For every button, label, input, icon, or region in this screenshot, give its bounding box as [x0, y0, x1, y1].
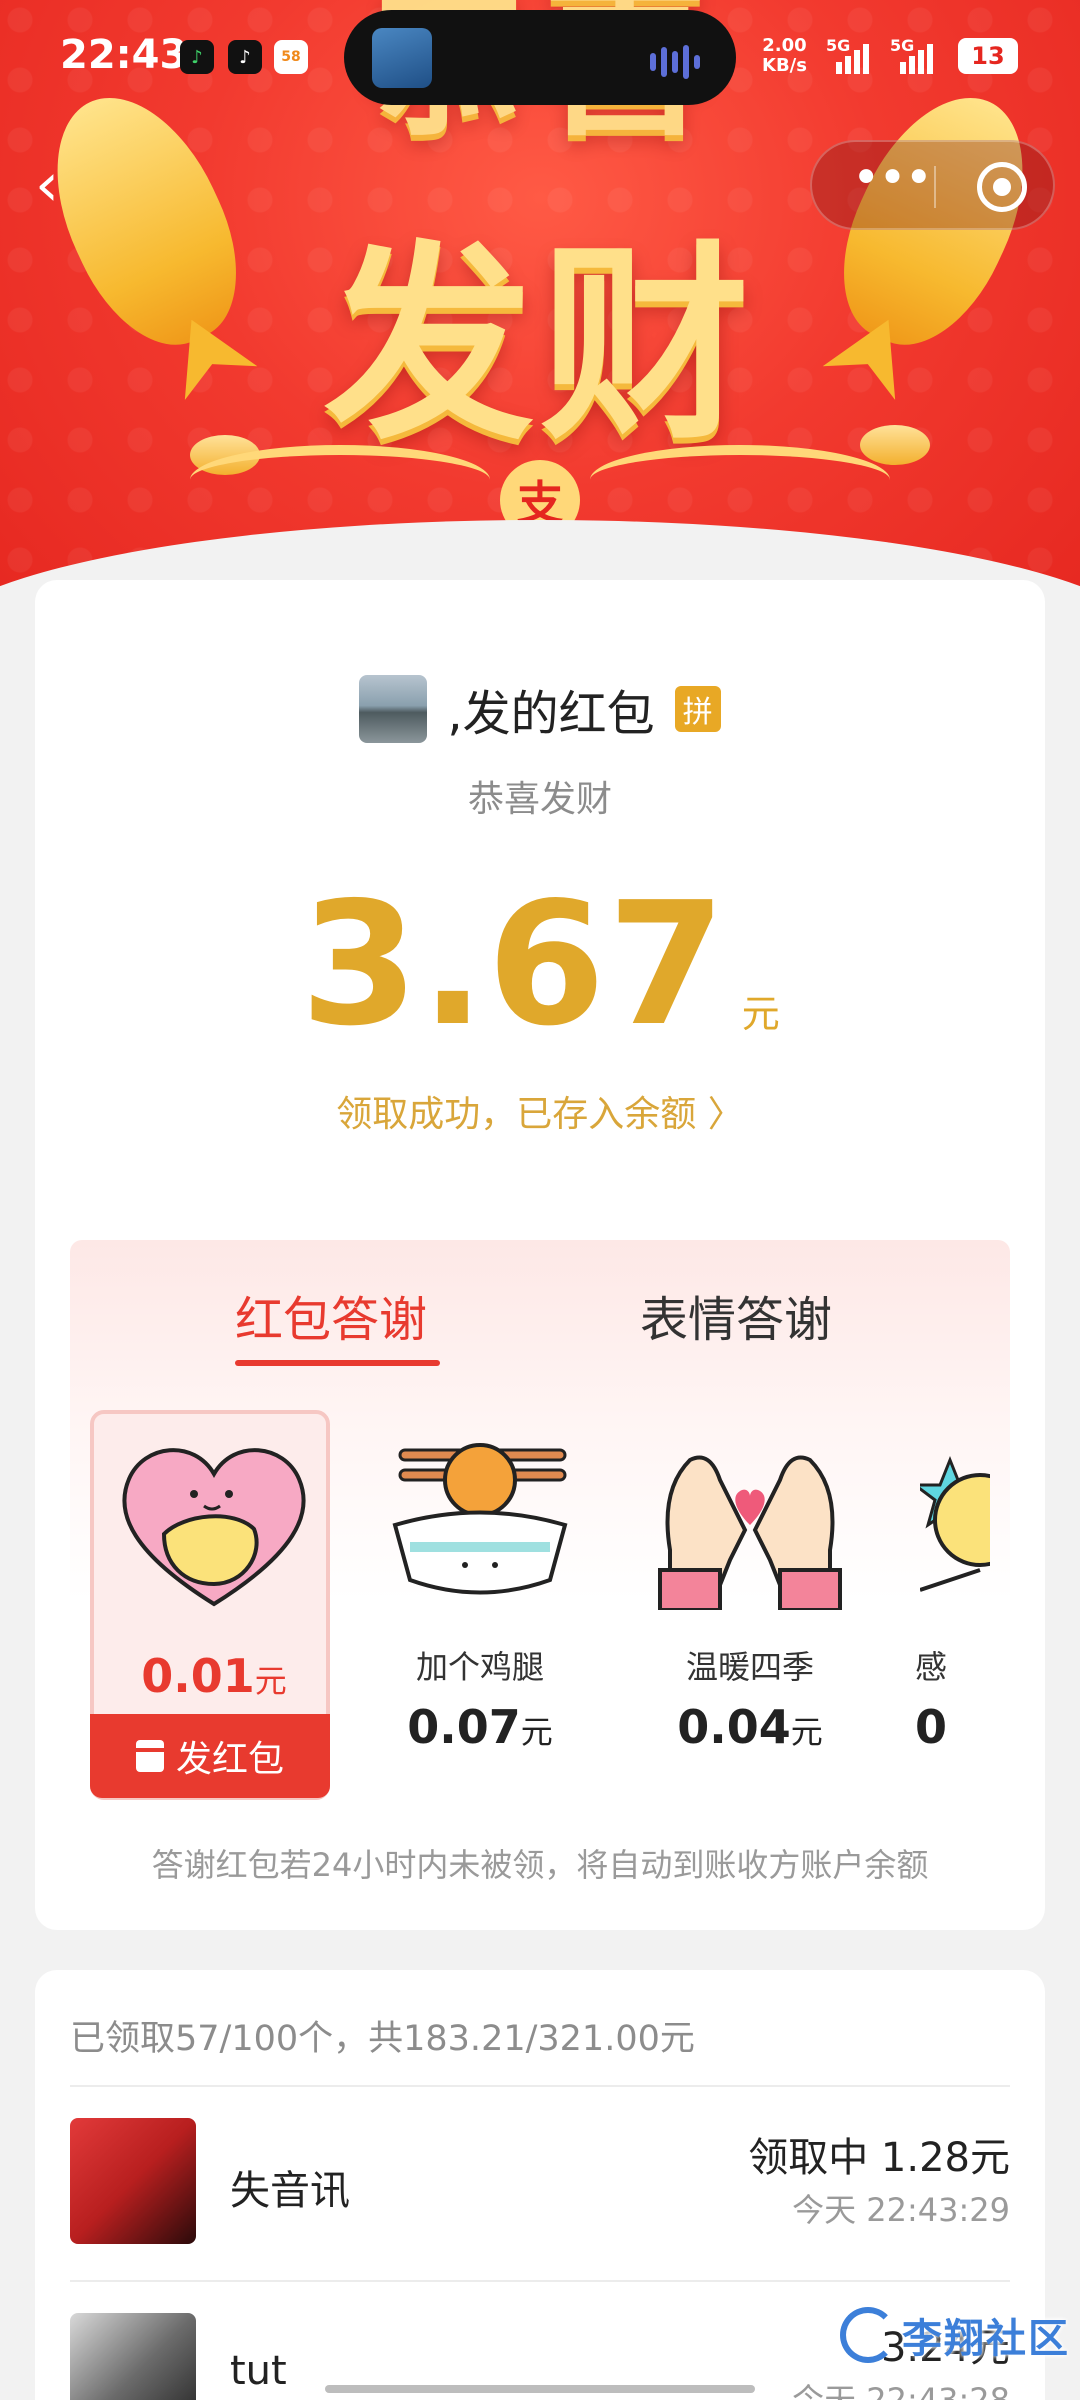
back-button[interactable]: ‹	[35, 150, 85, 220]
site-watermark: 李翔社区	[840, 2300, 1070, 2370]
cloud-ornament-left	[190, 445, 490, 515]
star-lollipop-icon	[920, 1455, 990, 1592]
send-packet-button[interactable]: 发红包	[90, 1714, 330, 1798]
amount-unit: 元	[741, 992, 780, 1036]
gift-label: 感	[915, 1648, 948, 1686]
thanks-note: 答谢红包若24小时内未被领，将自动到账收方账户余额	[151, 1846, 929, 1884]
tiktok-app-icon: ♪	[228, 40, 262, 74]
received-amount: 3.67	[300, 866, 728, 1064]
list-divider	[70, 2085, 1010, 2087]
receiver-time: 今天 22:43:29	[792, 2191, 1010, 2229]
capsule-divider	[934, 166, 936, 208]
receivers-summary: 已领取57/100个，共183.21/321.00元	[70, 2019, 695, 2059]
sender-avatar[interactable]	[359, 675, 428, 743]
sender-row: ,发的红包 拼	[35, 673, 1045, 745]
list-divider	[70, 2280, 1010, 2282]
gift-price-unit: 元	[254, 1662, 287, 1700]
amount-row: 3.67 元	[35, 880, 1045, 1050]
signal-1-icon	[836, 40, 869, 74]
media-thumbnail	[372, 28, 432, 88]
dynamic-island[interactable]	[344, 10, 736, 105]
rice-bowl-drumstick-icon	[392, 1443, 568, 1595]
gift-price: 0.07元	[360, 1700, 600, 1754]
home-indicator[interactable]	[325, 2385, 755, 2393]
gift-scroller[interactable]: 0.01元 发红包 加个鸡腿 0.07元 温暖四季 0.04元 感 0	[70, 1240, 990, 1840]
gift-item-heart-hands[interactable]: 温暖四季 0.04元	[630, 1410, 870, 1800]
gift-price: 0.04元	[630, 1700, 870, 1754]
battery-indicator: 13	[958, 38, 1018, 74]
gift-item-partial[interactable]: 感 0	[900, 1410, 990, 1800]
more-dots-icon[interactable]: •••	[852, 150, 933, 206]
gift-price-value: 0.01	[141, 1649, 255, 1703]
mini-program-capsule[interactable]: •••	[810, 140, 1055, 230]
status-time: 22:43	[60, 32, 188, 78]
red-envelope-icon	[135, 1740, 164, 1772]
watermark-logo-icon	[840, 2307, 896, 2363]
cloud-ornament-right	[590, 445, 890, 515]
status-bar: 22:43 ♪ ♪ 58 2.00 KB/s 5G 5G 13	[0, 0, 1080, 115]
gift-price-value: 0.04	[677, 1700, 791, 1754]
watermark-text: 李翔社区	[902, 2316, 1070, 2362]
gift-item-heart[interactable]: 0.01元 发红包	[90, 1410, 330, 1800]
gift-price-value: 0.07	[407, 1700, 521, 1754]
receiver-avatar[interactable]	[70, 2118, 196, 2244]
gift-item-drumstick[interactable]: 加个鸡腿 0.07元	[360, 1410, 600, 1800]
receiver-name: 失音讯	[230, 2168, 350, 2214]
net-speed: 2.00 KB/s	[762, 36, 807, 76]
receiver-name: tut	[230, 2348, 287, 2394]
music-app-icon: ♪	[180, 40, 214, 74]
signal-2-icon	[900, 40, 933, 74]
balance-status-link[interactable]: 领取成功，已存入余额 〉	[35, 1085, 1045, 1137]
receiver-avatar[interactable]	[70, 2313, 196, 2400]
target-close-icon[interactable]	[977, 162, 1027, 212]
net-speed-value: 2.00	[762, 35, 807, 56]
receiver-time: 今天 22:43:28	[792, 2381, 1010, 2400]
gift-price-value: 0	[915, 1700, 948, 1754]
thanks-panel: 红包答谢 表情答谢 0.01元 发红包 加个鸡腿 0.07元 温暖四季 0.04…	[70, 1240, 1010, 1840]
gift-label: 温暖四季	[685, 1648, 814, 1686]
gift-price-unit: 元	[790, 1713, 823, 1751]
gift-price: 0.01元	[94, 1649, 334, 1703]
net-speed-unit: KB/s	[762, 55, 807, 76]
gift-price: 0	[900, 1700, 990, 1754]
sender-name: ,发的红包	[447, 686, 655, 742]
gift-price-unit: 元	[520, 1713, 553, 1751]
group-packet-badge: 拼	[674, 686, 721, 732]
gift-label: 加个鸡腿	[415, 1648, 544, 1686]
receiver-amount: 领取中 1.28元	[748, 2135, 1010, 2181]
audio-wave-icon	[650, 45, 700, 79]
greeting-text: 恭喜发财	[467, 779, 612, 820]
58-app-icon: 58	[274, 40, 308, 74]
chevron-left-icon: ‹	[35, 150, 59, 220]
red-packet-card: ,发的红包 拼 恭喜发财 3.67 元 领取成功，已存入余额 〉 红包答谢 表情…	[35, 580, 1045, 1930]
heart-hug-icon	[122, 1448, 306, 1607]
send-packet-label: 发红包	[175, 1739, 284, 1780]
heart-hands-icon	[658, 1455, 842, 1610]
